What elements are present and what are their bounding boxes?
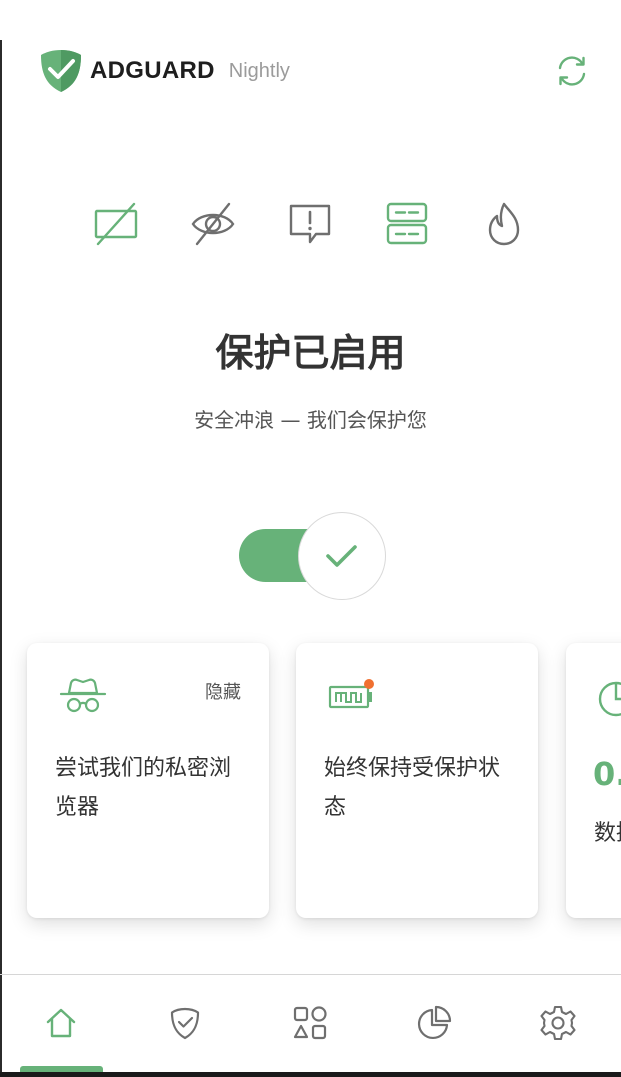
ad-blocking-icon bbox=[94, 202, 138, 246]
adguard-shield-icon bbox=[41, 50, 81, 92]
annoyances-button[interactable] bbox=[286, 200, 334, 248]
firewall-icon bbox=[488, 202, 520, 246]
card-text: 尝试我们的私密浏览器 bbox=[55, 756, 232, 820]
protection-toggle[interactable] bbox=[238, 512, 386, 600]
card-text: 始终保持受保护状态 bbox=[324, 756, 501, 820]
always-protected-card[interactable]: 始终保持受保护状态 bbox=[296, 643, 538, 918]
nav-protection[interactable] bbox=[165, 1003, 205, 1043]
window-bottom-edge bbox=[0, 1072, 621, 1077]
toggle-knob bbox=[298, 512, 386, 600]
firewall-button[interactable] bbox=[480, 200, 528, 248]
refresh-icon bbox=[558, 56, 586, 86]
tracking-protection-button[interactable] bbox=[189, 200, 237, 248]
tracking-protection-icon bbox=[191, 202, 235, 246]
stat-value: 0. bbox=[593, 755, 621, 793]
protection-features bbox=[90, 200, 530, 250]
edition-label: Nightly bbox=[228, 59, 290, 82]
statistics-icon bbox=[417, 1005, 452, 1040]
shield-check-icon bbox=[170, 1007, 200, 1040]
stat-label: 数据节省 bbox=[594, 821, 621, 846]
refresh-button[interactable] bbox=[553, 52, 591, 90]
home-icon bbox=[46, 1008, 76, 1038]
window-edge bbox=[0, 40, 2, 1077]
nav-statistics[interactable] bbox=[414, 1003, 454, 1043]
apps-icon bbox=[293, 1006, 327, 1040]
dns-server-button[interactable] bbox=[383, 200, 431, 248]
dns-server-icon bbox=[386, 202, 428, 245]
app-header: ADGUARD Nightly bbox=[40, 48, 290, 94]
nav-settings[interactable] bbox=[538, 1003, 578, 1043]
settings-icon bbox=[540, 1005, 576, 1041]
annoyances-icon bbox=[289, 204, 331, 244]
private-browser-card[interactable]: 隐藏 尝试我们的私密浏览器 bbox=[27, 643, 269, 918]
ad-blocking-button[interactable] bbox=[92, 200, 140, 248]
protection-status-title: 保护已启用 bbox=[215, 331, 406, 375]
app-window: ADGUARD Nightly 保护已启用 安全冲浪 — 我们会保护您 隐藏 尝… bbox=[0, 0, 621, 1077]
nav-home[interactable] bbox=[41, 1003, 81, 1043]
brand-name: ADGUARD bbox=[90, 57, 215, 84]
pie-chart-icon bbox=[598, 681, 621, 717]
hide-card-link[interactable]: 隐藏 bbox=[205, 678, 241, 704]
battery-icon bbox=[328, 679, 374, 709]
bottom-navigation bbox=[0, 975, 621, 1077]
nav-apps[interactable] bbox=[290, 1003, 330, 1043]
statistics-card[interactable]: 0. 数据节省 bbox=[566, 643, 621, 918]
checkmark-icon bbox=[326, 545, 357, 567]
incognito-icon bbox=[59, 678, 107, 713]
protection-status-subtitle: 安全冲浪 — 我们会保护您 bbox=[194, 408, 427, 432]
